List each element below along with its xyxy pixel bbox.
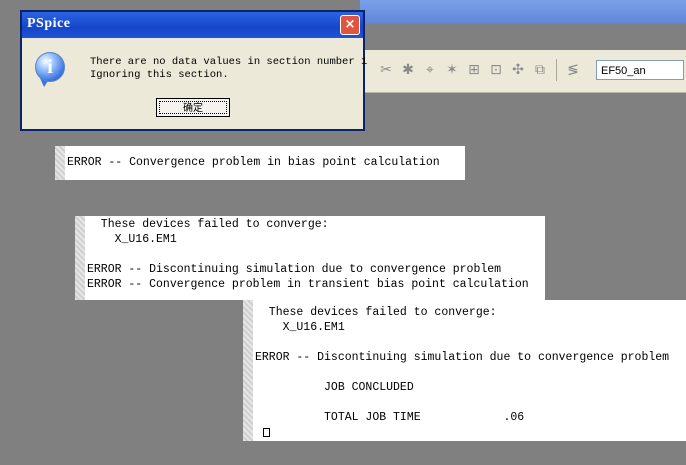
pspice-dialog: PSpice × i There are no data values in s…: [20, 10, 368, 131]
toolbar-separator: [556, 59, 557, 81]
toolbar-icon-group: ✂ ✱ ⌖ ✶ ⊞ ⊡ ✣ ⧉ ≶: [376, 59, 583, 81]
output-line: X_U16.EM1: [87, 233, 177, 246]
output-panel-1: ERROR -- Convergence problem in bias poi…: [55, 146, 465, 180]
output-line: TOTAL JOB TIME .06: [255, 411, 525, 424]
ok-button-label: 确定: [159, 101, 227, 114]
toolbar-icon-4[interactable]: ✶: [442, 61, 462, 79]
toolbar-icon-6[interactable]: ⊡: [486, 61, 506, 79]
output-panel-3: These devices failed to converge: X_U16.…: [243, 300, 686, 441]
output-line: ERROR -- Convergence problem in bias poi…: [67, 156, 440, 169]
dialog-message-line-2: Ignoring this section.: [90, 69, 229, 81]
output-line: X_U16.EM1: [255, 321, 345, 334]
output-panel-2: These devices failed to converge: X_U16.…: [75, 216, 545, 300]
dialog-message-line-1: There are no data values in section numb…: [90, 56, 368, 68]
output-line: ERROR -- Convergence problem in transien…: [87, 278, 529, 291]
text-cursor: [263, 428, 270, 437]
toolbar-icon-7[interactable]: ✣: [508, 61, 528, 79]
toolbar-icon-5[interactable]: ⊞: [464, 61, 484, 79]
app-toolbar: ✂ ✱ ⌖ ✶ ⊞ ⊡ ✣ ⧉ ≶ EF50_an: [360, 50, 686, 93]
dialog-title: PSpice: [27, 16, 71, 31]
panel-gutter: [55, 146, 65, 180]
information-icon: i: [35, 52, 65, 82]
output-line: JOB CONCLUDED: [255, 381, 414, 394]
close-icon: ×: [344, 17, 356, 32]
output-line: These devices failed to converge:: [87, 218, 329, 231]
ok-button[interactable]: 确定: [156, 98, 230, 117]
toolbar-icon-9[interactable]: ≶: [563, 61, 583, 79]
app-title-bar: [360, 0, 686, 24]
output-line: ERROR -- Discontinuing simulation due to…: [87, 263, 502, 276]
output-line: These devices failed to converge:: [255, 306, 497, 319]
toolbar-icon-1[interactable]: ✂: [376, 61, 396, 79]
toolbar-icon-2[interactable]: ✱: [398, 61, 418, 79]
output-line: ERROR -- Discontinuing simulation due to…: [255, 351, 670, 364]
dialog-title-bar[interactable]: PSpice ×: [22, 12, 363, 38]
panel-gutter: [243, 300, 253, 441]
panel-gutter: [75, 216, 85, 300]
toolbar-icon-8[interactable]: ⧉: [530, 61, 550, 79]
profile-combo[interactable]: EF50_an: [596, 60, 684, 80]
toolbar-icon-3[interactable]: ⌖: [420, 61, 440, 79]
close-button[interactable]: ×: [340, 15, 360, 35]
